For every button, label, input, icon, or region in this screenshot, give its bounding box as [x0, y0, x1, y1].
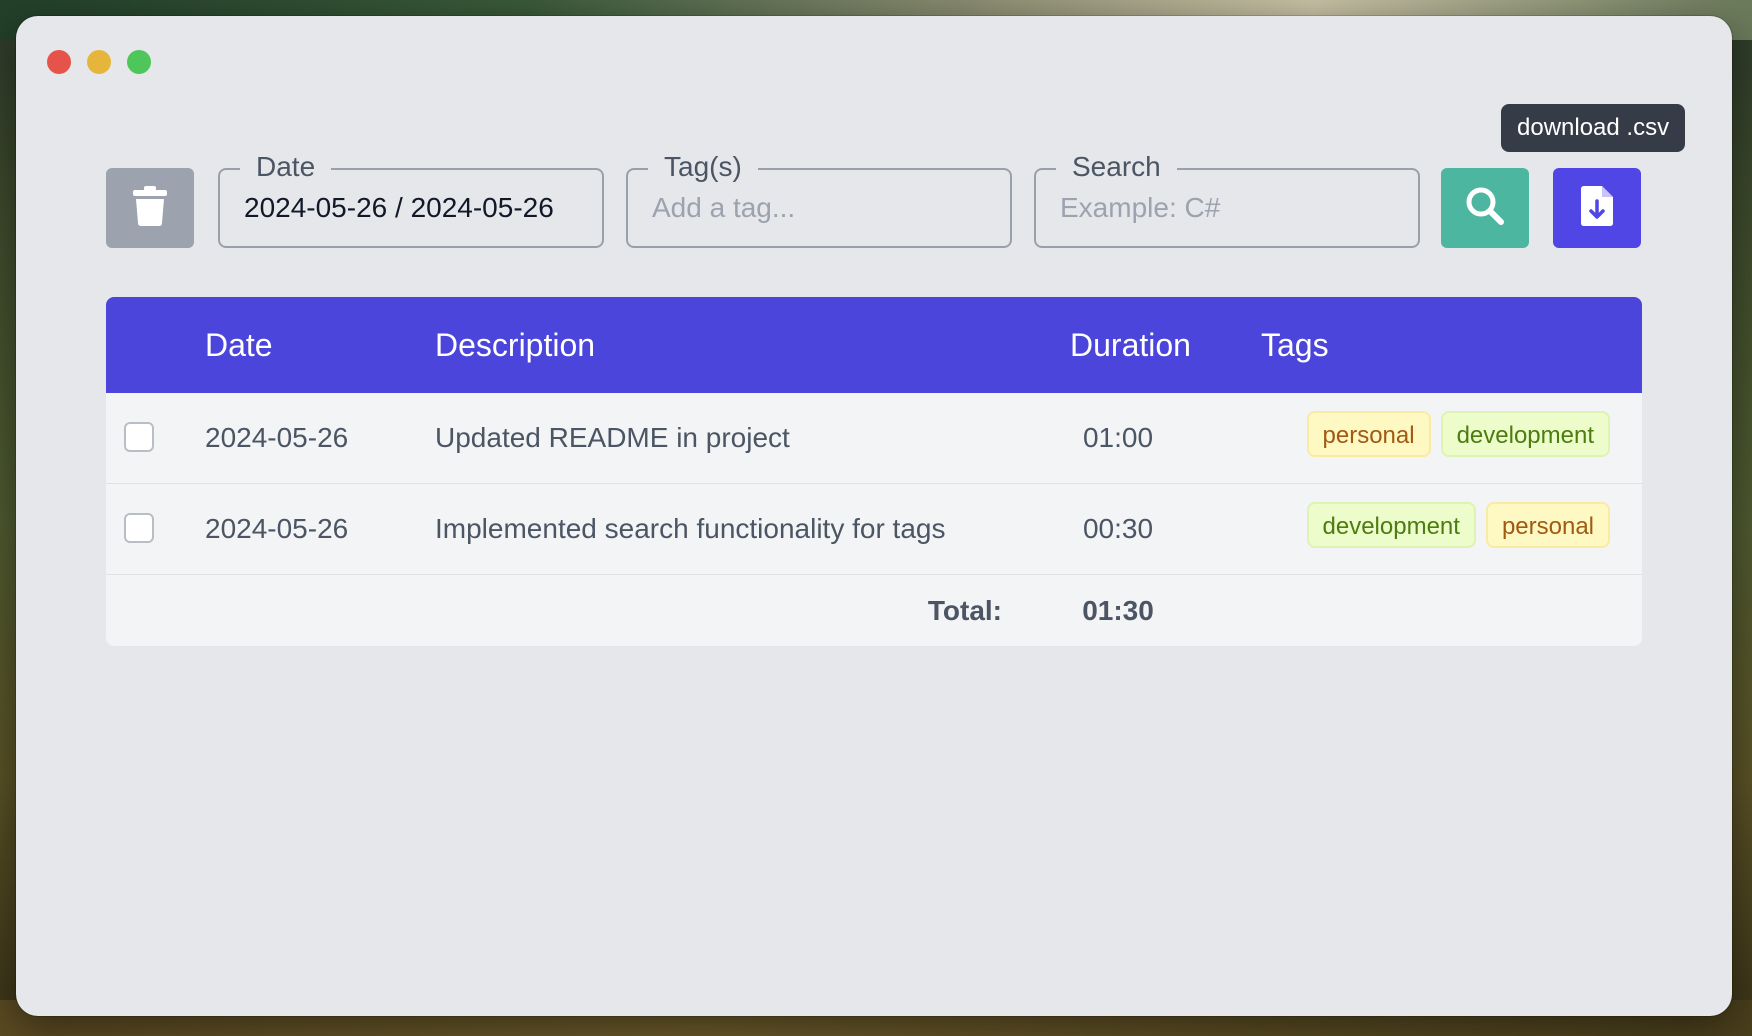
file-download-icon	[1581, 185, 1613, 231]
tag-badge[interactable]: personal	[1485, 502, 1610, 548]
row-select-checkbox[interactable]	[124, 422, 154, 452]
table-row[interactable]: 2024-05-26 Updated README in project 01:…	[106, 393, 1642, 484]
trash-icon	[133, 185, 167, 231]
delete-button[interactable]	[106, 168, 194, 248]
date-range-field: Date	[218, 150, 604, 248]
table-header: Date Description Duration Tags	[106, 297, 1642, 393]
column-header-duration[interactable]: Duration	[1070, 297, 1191, 393]
table-row[interactable]: 2024-05-26 Implemented search functional…	[106, 484, 1642, 575]
download-csv-button[interactable]	[1553, 168, 1641, 248]
row-tags: development personal	[1306, 502, 1610, 548]
tags-input[interactable]	[652, 170, 992, 246]
window-minimize-button[interactable]	[87, 50, 111, 74]
search-field: Search	[1034, 150, 1420, 248]
row-date: 2024-05-26	[205, 513, 349, 544]
search-icon	[1465, 186, 1505, 231]
tag-badge[interactable]: development	[1440, 411, 1610, 457]
tag-badge[interactable]: personal	[1306, 411, 1431, 457]
total-duration: 01:30	[1082, 595, 1154, 626]
total-label: Total:	[927, 595, 1002, 626]
search-button[interactable]	[1441, 168, 1529, 248]
row-date: 2024-05-26	[205, 422, 349, 453]
window-close-button[interactable]	[47, 50, 71, 74]
column-header-date[interactable]: Date	[205, 297, 273, 393]
row-duration: 01:00	[1082, 422, 1154, 453]
row-duration: 00:30	[1082, 513, 1154, 544]
total-row: Total: 01:30	[106, 575, 1642, 646]
tag-badge[interactable]: development	[1306, 502, 1476, 548]
column-header-description[interactable]: Description	[435, 297, 595, 393]
search-input[interactable]	[1060, 170, 1400, 246]
row-select-checkbox[interactable]	[124, 513, 154, 543]
tags-field: Tag(s)	[626, 150, 1012, 248]
row-tags: personal development	[1306, 411, 1610, 457]
app-window: download .csv Date Tag(s) Search	[16, 16, 1732, 1016]
row-description: Implemented search functionality for tag…	[435, 513, 946, 544]
download-tooltip: download .csv	[1501, 104, 1686, 152]
column-header-tags[interactable]: Tags	[1261, 297, 1329, 393]
row-description: Updated README in project	[435, 422, 790, 453]
time-entries-table: Date Description Duration Tags 2024-05-2…	[106, 297, 1642, 646]
date-range-input[interactable]	[244, 170, 584, 246]
window-maximize-button[interactable]	[127, 50, 151, 74]
